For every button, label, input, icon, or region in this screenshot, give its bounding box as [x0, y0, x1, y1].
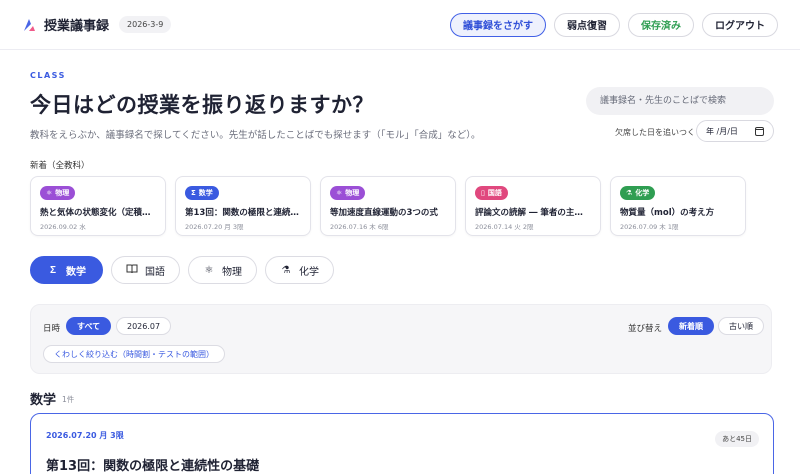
card-title: 熱と気体の状態変化（定積… [40, 208, 151, 218]
current-date-chip: 2026-3-9 [119, 16, 172, 33]
refine-filter-chip[interactable]: くわしく絞り込む（時間割・テストの範囲） [43, 345, 225, 363]
tab-physics[interactable]: ⚛ 物理 [188, 256, 257, 284]
card-title: 第13回：関数の極限と連続… [185, 208, 299, 218]
app-title: 授業議事録 [44, 19, 110, 34]
card-meta: 2026.07.20 月 3限 [185, 223, 244, 231]
filter-month-chip[interactable]: 2026.07 [116, 317, 172, 335]
filter-panel: 日時 すべて 2026.07 くわしく絞り込む（時間割・テストの範囲） 並び替え… [30, 304, 772, 374]
card-title: 等加速度直線運動の3つの式 [330, 208, 438, 218]
sigma-icon: Σ [191, 189, 196, 197]
class-tag: CLASS [30, 71, 66, 80]
search-minutes-button[interactable]: 議事録をさがす [450, 12, 546, 37]
lesson-card[interactable]: 2026.07.20 月 3限 あと45日 第13回：関数の極限と連続性の基礎 [30, 413, 774, 474]
card-meta: 2026.07.16 木 6限 [330, 223, 389, 231]
subject-tabs: Σ 数学 国語 ⚛ 物理 ⚗ 化学 [30, 256, 334, 284]
book-icon: ▯ [481, 189, 485, 197]
sigma-icon: Σ [49, 264, 56, 276]
logout-button[interactable]: ログアウト [702, 12, 778, 37]
subject-badge: Σ 数学 [185, 186, 219, 200]
tab-math[interactable]: Σ 数学 [30, 256, 103, 284]
new-section-label: 新着（全教科） [30, 161, 90, 171]
card-meta: 2026.07.14 火 2限 [475, 223, 534, 231]
card-meta: 2026.07.09 木 1限 [620, 223, 679, 231]
flask-icon: ⚗ [281, 264, 291, 276]
section-count: 1件 [62, 395, 75, 404]
new-lesson-card[interactable]: ⚗ 化学 物質量（mol）の考え方 2026.07.09 木 1限 [610, 176, 746, 236]
date-placeholder: 年 /月/日 [706, 126, 738, 136]
new-lesson-card[interactable]: ⚛ 物理 等加速度直線運動の3つの式 2026.07.16 木 6限 [320, 176, 456, 236]
app-header: 授業議事録 2026-3-9 議事録をさがす 弱点復習 保存済み ログアウト [0, 0, 800, 50]
card-title: 物質量（mol）の考え方 [620, 208, 715, 218]
app-logo-icon [24, 18, 35, 31]
subject-badge: ▯ 国語 [475, 186, 508, 200]
card-title: 評論文の読解 ― 筆者の主… [475, 208, 583, 218]
header-actions: 議事録をさがす 弱点復習 保存済み ログアウト [450, 12, 778, 37]
filter-all-chip[interactable]: すべて [66, 317, 112, 335]
new-lesson-card[interactable]: Σ 数学 第13回：関数の極限と連続… 2026.07.20 月 3限 [175, 176, 311, 236]
calendar-icon[interactable] [755, 126, 764, 136]
search-input[interactable] [586, 87, 774, 115]
subject-badge: ⚛ 物理 [330, 186, 366, 200]
book-icon [126, 264, 138, 277]
catchup-label: 欠席した日を追いつく [615, 128, 695, 137]
lesson-title: 第13回：関数の極限と連続性の基礎 [46, 459, 260, 474]
section-title: 数学 [30, 393, 57, 408]
absent-date-input[interactable]: 年 /月/日 [696, 120, 774, 142]
days-remaining-badge: あと45日 [715, 431, 759, 447]
new-lesson-card[interactable]: ▯ 国語 評論文の読解 ― 筆者の主… 2026.07.14 火 2限 [465, 176, 601, 236]
lesson-date: 2026.07.20 月 3限 [46, 431, 124, 440]
atom-icon: ⚛ [46, 189, 53, 197]
sort-label: 並び替え [628, 324, 663, 334]
atom-icon: ⚛ [336, 189, 343, 197]
flask-icon: ⚗ [626, 189, 633, 197]
page-title: 今日はどの授業を振り返りますか？ [30, 93, 374, 117]
date-filter-label: 日時 [43, 324, 61, 334]
page-subtitle: 教科をえらぶか、議事録名で探してください。先生が話したことばでも探せます（「モル… [30, 130, 481, 141]
subject-badge: ⚛ 物理 [40, 186, 76, 200]
saved-button[interactable]: 保存済み [628, 12, 694, 37]
card-meta: 2026.09.02 水 [40, 223, 86, 231]
subject-badge: ⚗ 化学 [620, 186, 656, 200]
new-lesson-cards: ⚛ 物理 熱と気体の状態変化（定積… 2026.09.02 水 Σ 数学 第13回：… [30, 176, 746, 236]
new-lesson-card[interactable]: ⚛ 物理 熱と気体の状態変化（定積… 2026.09.02 水 [30, 176, 166, 236]
weak-point-review-button[interactable]: 弱点復習 [554, 12, 620, 37]
tab-japanese[interactable]: 国語 [111, 256, 180, 284]
atom-icon: ⚛ [204, 264, 214, 276]
sort-oldest-chip[interactable]: 古い順 [718, 317, 764, 335]
tab-chemistry[interactable]: ⚗ 化学 [265, 256, 334, 284]
sort-newest-chip[interactable]: 新着順 [668, 317, 714, 335]
